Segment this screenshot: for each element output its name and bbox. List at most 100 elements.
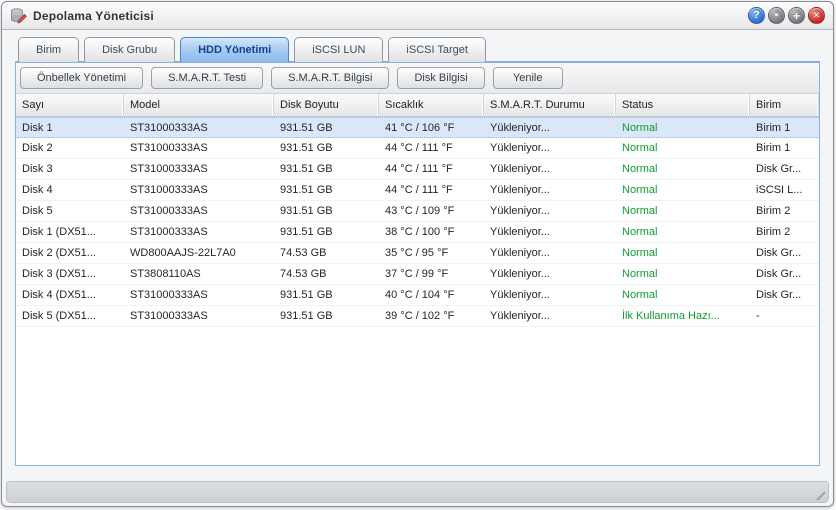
cell-status: Normal: [616, 118, 750, 137]
title-bar[interactable]: Depolama Yöneticisi ? • + ✕: [2, 2, 833, 30]
cell-volume: Birim 2: [750, 201, 816, 221]
tab-disk-grubu[interactable]: Disk Grubu: [84, 37, 175, 62]
resize-grip-icon[interactable]: [812, 487, 825, 500]
cell-model: ST31000333AS: [124, 180, 274, 200]
storage-manager-window: Depolama Yöneticisi ? • + ✕ BirimDisk Gr…: [1, 1, 834, 507]
cell-temp: 43 °C / 109 °F: [379, 201, 484, 221]
cell-smart: Yükleniyor...: [484, 264, 616, 284]
column-header-model[interactable]: Model: [124, 94, 274, 116]
storage-disks-icon: [10, 8, 27, 24]
cell-num: Disk 4 (DX51...: [16, 285, 124, 305]
cell-status: Normal: [616, 180, 750, 200]
table-row[interactable]: Disk 3 (DX51...ST3808110AS74.53 GB37 °C …: [16, 264, 819, 285]
cell-num: Disk 5: [16, 201, 124, 221]
disk-bilgisi-button[interactable]: Disk Bilgisi: [397, 67, 484, 89]
cell-volume: Disk Gr...: [750, 264, 816, 284]
hdd-management-panel: Önbellek Yönetimi S.M.A.R.T. Testi S.M.A.R…: [15, 61, 820, 466]
column-header-disk-boyutu[interactable]: Disk Boyutu: [274, 94, 379, 116]
help-button[interactable]: ?: [748, 7, 765, 24]
disk-grid: SayıModelDisk BoyutuSıcaklıkS.M.A.R.T. D…: [16, 94, 819, 465]
cell-model: ST31000333AS: [124, 159, 274, 179]
column-header-say[interactable]: Sayı: [16, 94, 124, 116]
s-m-a-r-t-bilgisi-button[interactable]: S.M.A.R.T. Bilgisi: [271, 67, 389, 89]
cell-smart: Yükleniyor...: [484, 159, 616, 179]
cell-size: 931.51 GB: [274, 201, 379, 221]
cell-num: Disk 2 (DX51...: [16, 243, 124, 263]
cell-model: ST31000333AS: [124, 118, 274, 137]
cell-status: Normal: [616, 243, 750, 263]
grid-rows: Disk 1ST31000333AS931.51 GB41 °C / 106 °…: [16, 117, 819, 465]
cell-num: Disk 1: [16, 118, 124, 137]
cell-status: Normal: [616, 138, 750, 158]
column-header-status[interactable]: Status: [616, 94, 750, 116]
column-header-s-m-a-r-t-durumu[interactable]: S.M.A.R.T. Durumu: [484, 94, 616, 116]
cell-size: 931.51 GB: [274, 180, 379, 200]
cell-temp: 35 °C / 95 °F: [379, 243, 484, 263]
cell-smart: Yükleniyor...: [484, 222, 616, 242]
cell-model: ST31000333AS: [124, 306, 274, 326]
tab-iscsi-target[interactable]: iSCSI Target: [388, 37, 486, 62]
tab-strip: BirimDisk GrubuHDD YönetimiiSCSI LUNiSCS…: [15, 36, 820, 61]
cell-temp: 38 °C / 100 °F: [379, 222, 484, 242]
cell-num: Disk 1 (DX51...: [16, 222, 124, 242]
cell-num: Disk 3: [16, 159, 124, 179]
cell-size: 931.51 GB: [274, 159, 379, 179]
cell-size: 931.51 GB: [274, 306, 379, 326]
cell-num: Disk 2: [16, 138, 124, 158]
cell-volume: -: [750, 306, 816, 326]
close-button[interactable]: ✕: [808, 7, 825, 24]
table-row[interactable]: Disk 3ST31000333AS931.51 GB44 °C / 111 °…: [16, 159, 819, 180]
table-row[interactable]: Disk 5ST31000333AS931.51 GB43 °C / 109 °…: [16, 201, 819, 222]
cell-model: WD800AAJS-22L7A0: [124, 243, 274, 263]
cell-temp: 41 °C / 106 °F: [379, 118, 484, 137]
cell-model: ST31000333AS: [124, 285, 274, 305]
cell-temp: 37 °C / 99 °F: [379, 264, 484, 284]
cell-volume: Birim 2: [750, 222, 816, 242]
cell-volume: Disk Gr...: [750, 243, 816, 263]
cell-volume: Disk Gr...: [750, 285, 816, 305]
cell-smart: Yükleniyor...: [484, 180, 616, 200]
cell-smart: Yükleniyor...: [484, 306, 616, 326]
cell-volume: Birim 1: [750, 138, 816, 158]
cell-temp: 44 °C / 111 °F: [379, 138, 484, 158]
table-row[interactable]: Disk 4 (DX51...ST31000333AS931.51 GB40 °…: [16, 285, 819, 306]
nbellek-y-netimi-button[interactable]: Önbellek Yönetimi: [20, 67, 143, 89]
table-row[interactable]: Disk 2 (DX51...WD800AAJS-22L7A074.53 GB3…: [16, 243, 819, 264]
cell-num: Disk 3 (DX51...: [16, 264, 124, 284]
cell-status: Normal: [616, 264, 750, 284]
cell-size: 74.53 GB: [274, 264, 379, 284]
table-row[interactable]: Disk 1 (DX51...ST31000333AS931.51 GB38 °…: [16, 222, 819, 243]
window-title: Depolama Yöneticisi: [33, 9, 154, 23]
cell-status: Normal: [616, 201, 750, 221]
cell-size: 74.53 GB: [274, 243, 379, 263]
tab-iscsi-lun[interactable]: iSCSI LUN: [294, 37, 383, 62]
table-row[interactable]: Disk 1ST31000333AS931.51 GB41 °C / 106 °…: [16, 117, 819, 138]
table-row[interactable]: Disk 4ST31000333AS931.51 GB44 °C / 111 °…: [16, 180, 819, 201]
table-row[interactable]: Disk 2ST31000333AS931.51 GB44 °C / 111 °…: [16, 138, 819, 159]
cell-volume: Birim 1: [750, 118, 816, 137]
cell-model: ST31000333AS: [124, 138, 274, 158]
cell-temp: 44 °C / 111 °F: [379, 180, 484, 200]
cell-size: 931.51 GB: [274, 118, 379, 137]
window-controls: ? • + ✕: [748, 7, 825, 24]
column-header-birim[interactable]: Birim: [750, 94, 819, 116]
minimize-button[interactable]: •: [768, 7, 785, 24]
cell-size: 931.51 GB: [274, 222, 379, 242]
cell-temp: 40 °C / 104 °F: [379, 285, 484, 305]
cell-volume: iSCSI L...: [750, 180, 816, 200]
cell-size: 931.51 GB: [274, 138, 379, 158]
tab-birim[interactable]: Birim: [18, 37, 79, 62]
cell-smart: Yükleniyor...: [484, 285, 616, 305]
yenile-button[interactable]: Yenile: [493, 67, 563, 89]
column-header-s-cakl-k[interactable]: Sıcaklık: [379, 94, 484, 116]
cell-smart: Yükleniyor...: [484, 243, 616, 263]
cell-status: Normal: [616, 222, 750, 242]
cell-model: ST3808110AS: [124, 264, 274, 284]
s-m-a-r-t-testi-button[interactable]: S.M.A.R.T. Testi: [151, 67, 263, 89]
toolbar: Önbellek Yönetimi S.M.A.R.T. Testi S.M.A.R…: [16, 63, 819, 94]
maximize-button[interactable]: +: [788, 7, 805, 24]
status-bar: [6, 481, 829, 503]
table-row[interactable]: Disk 5 (DX51...ST31000333AS931.51 GB39 °…: [16, 306, 819, 327]
cell-smart: Yükleniyor...: [484, 138, 616, 158]
tab-hdd-y-netimi[interactable]: HDD Yönetimi: [180, 37, 289, 62]
